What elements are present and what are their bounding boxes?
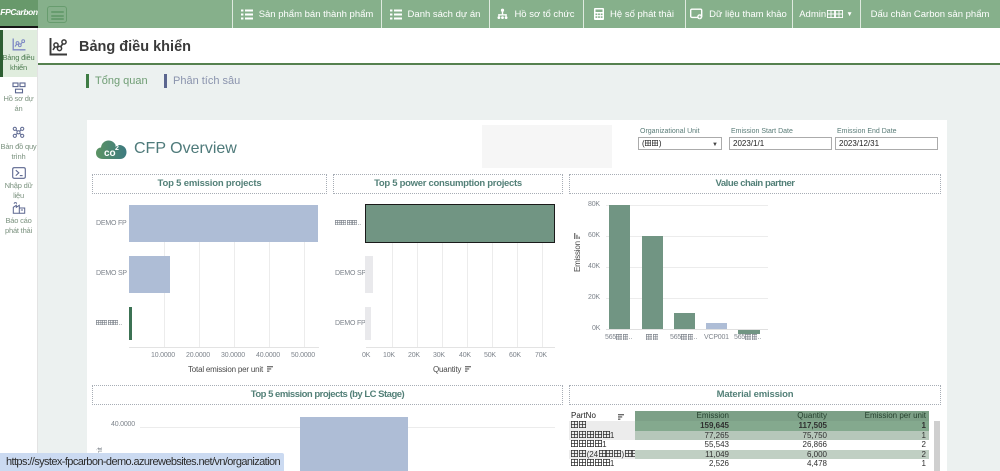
svg-text:co: co <box>104 148 116 159</box>
svg-text:2: 2 <box>115 145 119 152</box>
